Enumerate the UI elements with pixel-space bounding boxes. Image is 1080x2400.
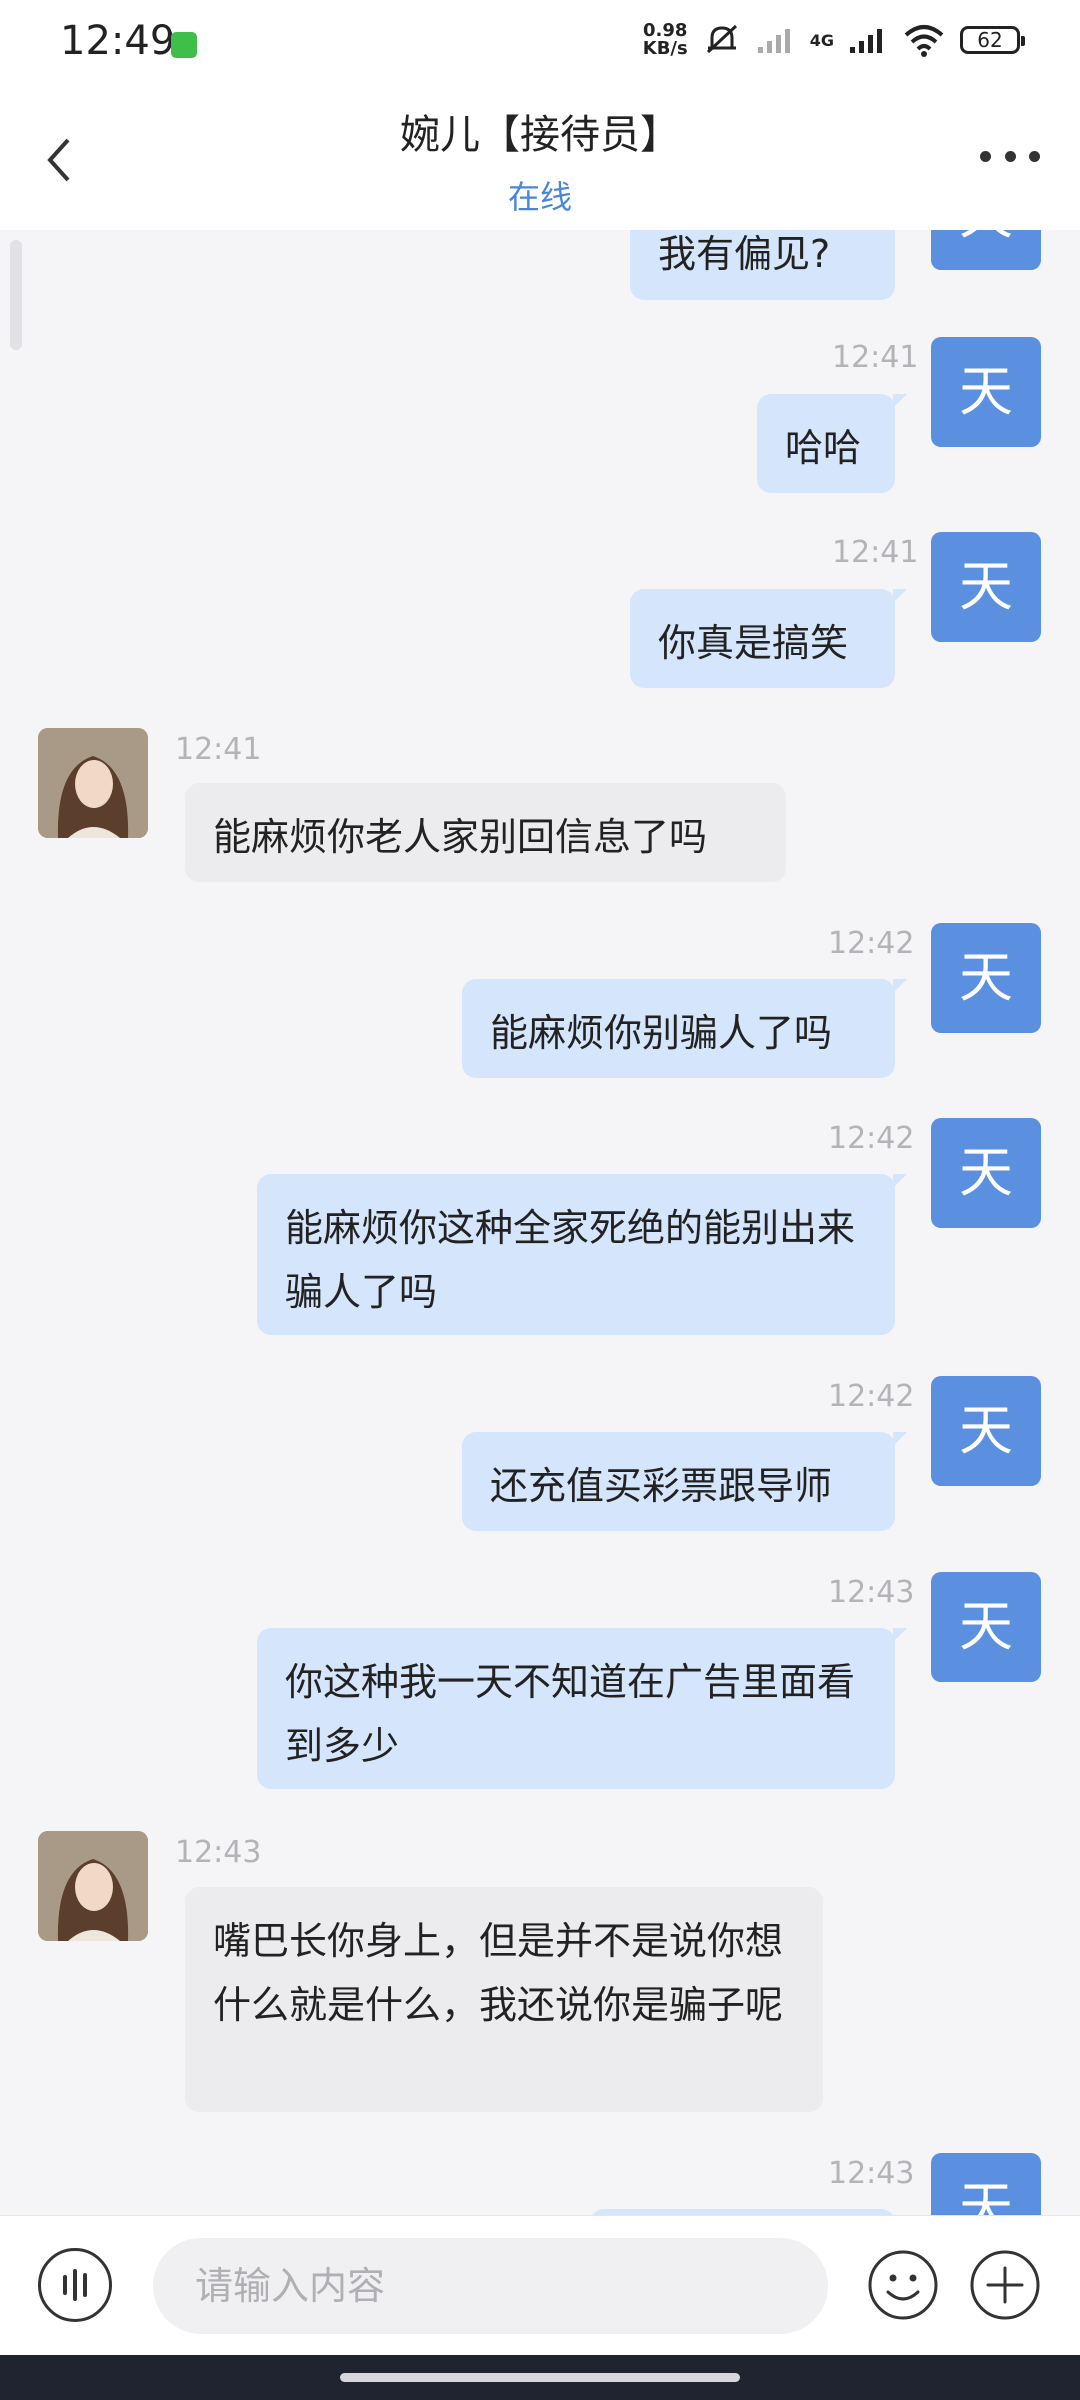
online-status: 在线 bbox=[507, 178, 572, 216]
portrait-image bbox=[38, 1831, 148, 1941]
my-avatar[interactable]: 天 bbox=[931, 1118, 1041, 1228]
battery-indicator: 62 bbox=[960, 26, 1025, 54]
message-list[interactable]: 天 我有偏见? 12:41 天 哈哈 12:41 天 你真是搞笑 12:41 能… bbox=[0, 230, 1080, 2215]
more-options-button[interactable] bbox=[980, 146, 1040, 166]
my-avatar[interactable]: 天 bbox=[931, 337, 1041, 447]
contact-avatar[interactable] bbox=[38, 1831, 148, 1941]
wifi-icon bbox=[904, 25, 944, 57]
dot-icon bbox=[1029, 150, 1040, 162]
message-bubble-sent[interactable]: 我有偏见? bbox=[630, 230, 895, 300]
my-avatar[interactable]: 天 bbox=[931, 532, 1041, 642]
voice-icon bbox=[63, 2269, 87, 2301]
mute-icon bbox=[706, 24, 737, 54]
my-avatar[interactable]: 天 bbox=[931, 1572, 1041, 1682]
emoji-button[interactable] bbox=[866, 2248, 940, 2322]
status-bar: 12:49 0.98 KB/s 4G 62 bbox=[0, 0, 1080, 90]
voice-input-button[interactable] bbox=[38, 2248, 112, 2322]
dot-icon bbox=[1004, 150, 1016, 162]
message-bubble-sent[interactable]: 哈哈 bbox=[757, 394, 907, 493]
app-notification-icon bbox=[171, 32, 197, 58]
message-text: 能麻烦你这种全家死绝的能别出来骗人了吗 bbox=[285, 1206, 856, 1314]
chat-header: 婉儿【接待员】 在线 bbox=[0, 90, 1080, 230]
input-bar bbox=[0, 2215, 1080, 2356]
signal-strong-icon bbox=[850, 29, 882, 53]
contact-name: 婉儿【接待员】 bbox=[400, 112, 680, 158]
status-time: 12:49 bbox=[60, 18, 176, 64]
network-speed-unit: KB/s bbox=[642, 38, 688, 59]
contact-avatar[interactable] bbox=[38, 728, 148, 838]
message-text: 我有偏见? bbox=[658, 232, 831, 276]
network-speed: 0.98 KB/s bbox=[643, 22, 688, 58]
message-text: 还充值买彩票跟导师 bbox=[490, 1464, 833, 1508]
message-bubble-received[interactable]: 嘴巴长你身上，但是并不是说你想什么就是什么，我还说你是骗子呢 bbox=[185, 1887, 823, 2112]
portrait-image bbox=[38, 728, 148, 838]
message-time: 12:43 bbox=[828, 1575, 915, 1610]
home-gesture-handle[interactable] bbox=[340, 2373, 740, 2382]
navigation-bar bbox=[0, 2355, 1080, 2400]
network-type: 4G bbox=[809, 30, 834, 50]
message-input[interactable] bbox=[153, 2238, 828, 2334]
message-text: 哈哈 bbox=[785, 426, 862, 470]
my-avatar[interactable]: 天 bbox=[931, 230, 1041, 270]
message-time: 12:41 bbox=[832, 340, 919, 375]
message-time: 12:41 bbox=[175, 732, 262, 767]
my-avatar[interactable]: 天 bbox=[931, 923, 1041, 1033]
message-bubble-sent[interactable]: 能麻烦你这种全家死绝的能别出来骗人了吗 bbox=[257, 1174, 907, 1335]
message-time: 12:43 bbox=[828, 2156, 915, 2191]
message-time: 12:42 bbox=[828, 1379, 915, 1414]
message-bubble-sent[interactable]: 你真是搞笑 bbox=[630, 589, 907, 688]
signal-weak-icon bbox=[757, 29, 790, 53]
message-bubble-sent[interactable]: 能麻烦你别骗人了吗 bbox=[462, 979, 907, 1078]
message-bubble-sent[interactable]: 你这种我一天不知道在广告里面看到多少 bbox=[257, 1628, 907, 1789]
dot-icon bbox=[980, 150, 991, 162]
message-input-field[interactable] bbox=[153, 2238, 828, 2334]
message-time: 12:42 bbox=[828, 926, 915, 961]
my-avatar[interactable]: 天 bbox=[931, 2153, 1041, 2215]
more-actions-button[interactable] bbox=[968, 2248, 1042, 2322]
message-time: 12:43 bbox=[175, 1835, 262, 1870]
scroll-indicator bbox=[10, 240, 22, 350]
my-avatar[interactable]: 天 bbox=[931, 1376, 1041, 1486]
message-text: 能麻烦你别骗人了吗 bbox=[490, 1011, 833, 1055]
message-bubble-received[interactable]: 能麻烦你老人家别回信息了吗 bbox=[185, 783, 786, 882]
message-bubble-sent[interactable]: 还充值买彩票跟导师 bbox=[462, 1432, 907, 1531]
message-time: 12:41 bbox=[832, 535, 919, 570]
message-text: 你真是搞笑 bbox=[658, 621, 849, 665]
message-text: 能麻烦你老人家别回信息了吗 bbox=[213, 815, 708, 859]
message-text: 你这种我一天不知道在广告里面看到多少 bbox=[285, 1660, 856, 1768]
message-time: 12:42 bbox=[828, 1121, 915, 1156]
message-text: 嘴巴长你身上，但是并不是说你想什么就是什么，我还说你是骗子呢 bbox=[213, 1919, 784, 2027]
